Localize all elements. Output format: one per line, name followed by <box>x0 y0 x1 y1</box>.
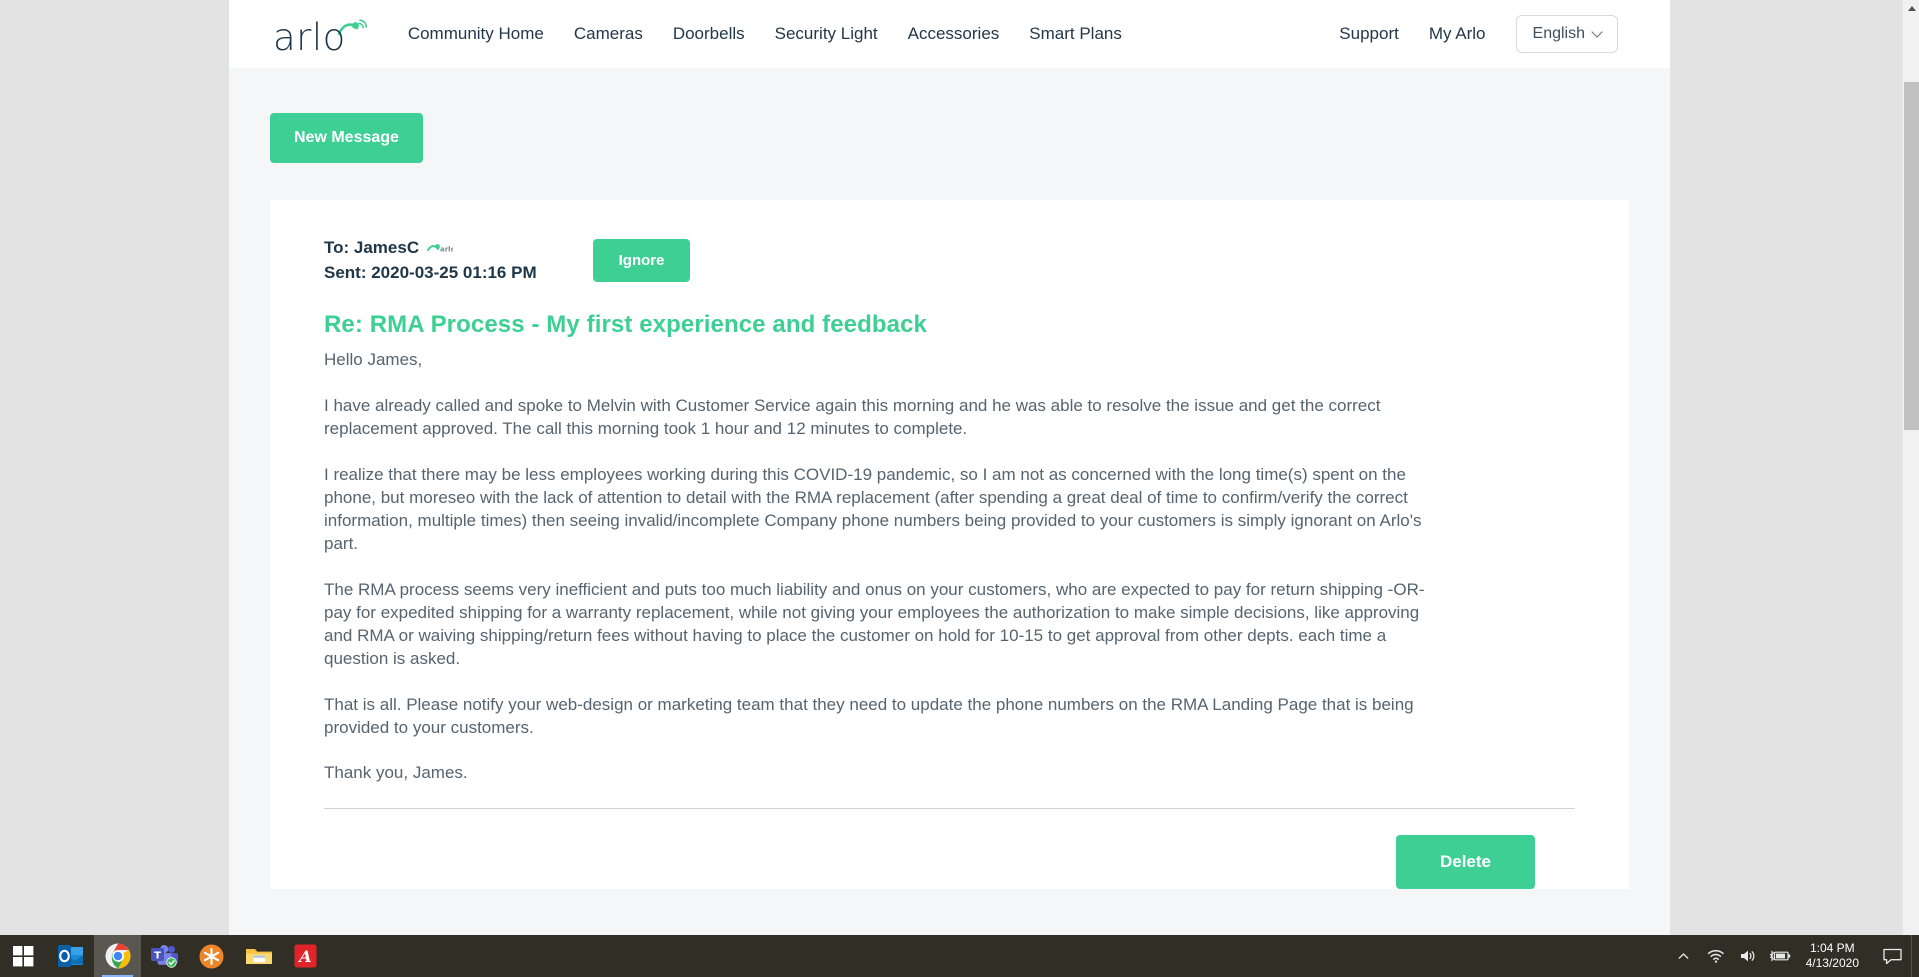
new-message-button[interactable]: New Message <box>270 113 423 163</box>
system-tray: 1:04 PM 4/13/2020 <box>1668 935 1919 977</box>
site-header: arlo Community Home Cameras Doorbells Se… <box>229 0 1670 68</box>
message-card-body: To: JamesC arlo Sent: 2020-03-25 01:16 P… <box>270 200 1629 785</box>
nav-smart-plans[interactable]: Smart Plans <box>1029 24 1122 44</box>
main-navigation: Community Home Cameras Doorbells Securit… <box>408 24 1122 44</box>
chrome-icon[interactable] <box>94 935 141 977</box>
message-paragraph: I realize that there may be less employe… <box>324 465 1422 553</box>
acrobat-icon[interactable]: A <box>282 935 329 977</box>
nav-doorbells[interactable]: Doorbells <box>673 24 745 44</box>
message-meta: To: JamesC arlo Sent: 2020-03-25 01:16 P… <box>324 236 537 285</box>
windows-taskbar: T A 1:04 PM 4/13/2020 <box>0 935 1919 977</box>
svg-text:T: T <box>154 950 161 961</box>
arlo-employee-badge-icon: arlo <box>427 242 453 254</box>
scroll-up-arrow-icon[interactable] <box>1903 0 1919 17</box>
svg-text:A: A <box>297 947 311 966</box>
show-desktop-button[interactable] <box>1911 935 1919 977</box>
outlook-icon[interactable] <box>47 935 94 977</box>
card-actions: Delete <box>270 809 1629 890</box>
my-arlo-link[interactable]: My Arlo <box>1429 24 1486 44</box>
show-hidden-icons-icon[interactable] <box>1668 935 1700 977</box>
language-selector[interactable]: English <box>1515 15 1618 53</box>
svg-text:arlo: arlo <box>440 246 453 254</box>
message-subject: Re: RMA Process - My first experience an… <box>324 311 927 339</box>
start-button-icon[interactable] <box>0 935 47 977</box>
language-selector-label: English <box>1532 25 1585 42</box>
private-message-card: To: JamesC arlo Sent: 2020-03-25 01:16 P… <box>270 200 1629 890</box>
taskbar-clock[interactable]: 1:04 PM 4/13/2020 <box>1796 941 1873 971</box>
message-paragraph: I have already called and spoke to Melvi… <box>324 396 1381 439</box>
scrollbar-thumb[interactable] <box>1904 82 1919 430</box>
message-recipient: To: JamesC <box>324 238 420 257</box>
browser-chrome-left-gutter <box>0 0 229 935</box>
message-paragraph: Hello James, <box>324 350 423 370</box>
nav-cameras[interactable]: Cameras <box>574 24 643 44</box>
header-utility-nav: Support My Arlo English <box>1339 15 1618 53</box>
nav-accessories[interactable]: Accessories <box>908 24 1000 44</box>
message-body: Hello James, I have already called and s… <box>324 349 1575 785</box>
browser-chrome-right-gutter <box>1670 0 1880 935</box>
ignore-button[interactable]: Ignore <box>592 239 691 282</box>
delete-button[interactable]: Delete <box>1395 835 1535 890</box>
message-sent-time: Sent: 2020-03-25 01:16 PM <box>324 262 537 282</box>
message-paragraph: The RMA process seems very inefficient a… <box>324 579 1425 668</box>
taskbar-time: 1:04 PM <box>1809 941 1855 955</box>
support-link[interactable]: Support <box>1339 24 1399 44</box>
arlo-logo[interactable]: arlo <box>273 15 367 59</box>
arlo-wordmark: arlo <box>273 15 346 59</box>
orange-app-icon[interactable] <box>188 935 235 977</box>
message-meta-row: To: JamesC arlo Sent: 2020-03-25 01:16 P… <box>324 236 1575 285</box>
web-page-viewport: Private Messages New Message To: JamesC <box>229 0 1670 935</box>
chevron-down-icon <box>1591 26 1603 38</box>
taskbar-date: 4/13/2020 <box>1805 956 1859 970</box>
action-center-icon[interactable] <box>1873 935 1911 977</box>
battery-charging-icon[interactable] <box>1764 935 1796 977</box>
volume-icon[interactable] <box>1732 935 1764 977</box>
wifi-icon[interactable] <box>1700 935 1732 977</box>
screen: Private Messages New Message To: JamesC <box>0 0 1919 977</box>
teams-icon[interactable]: T <box>141 935 188 977</box>
browser-scrollbar[interactable] <box>1902 0 1919 935</box>
file-explorer-icon[interactable] <box>235 935 282 977</box>
nav-community-home[interactable]: Community Home <box>408 24 544 44</box>
message-paragraph: Thank you, James. <box>324 763 468 783</box>
message-recipient-line: To: JamesC arlo <box>324 236 537 261</box>
nav-security-light[interactable]: Security Light <box>775 24 878 44</box>
message-paragraph: That is all. Please notify your web-desi… <box>324 694 1414 737</box>
